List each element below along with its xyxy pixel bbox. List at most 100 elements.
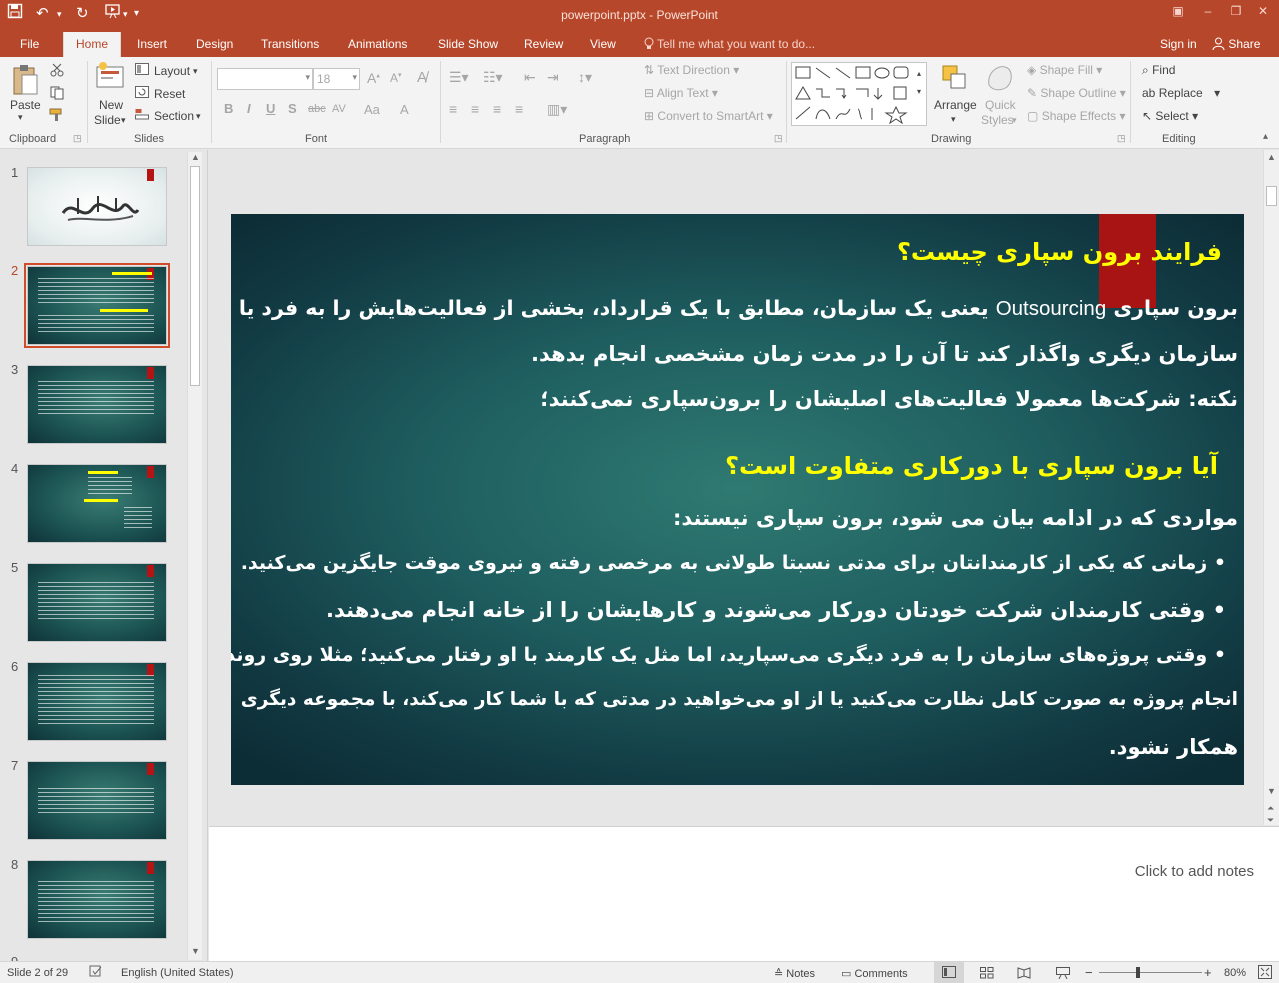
arrange-icon[interactable] <box>940 63 970 96</box>
spell-check-icon[interactable] <box>89 965 103 981</box>
section-button[interactable]: Section <box>154 109 194 123</box>
notes-pane[interactable]: Click to add notes <box>209 826 1279 961</box>
slide-show-icon[interactable] <box>1056 967 1070 982</box>
font-name-combo[interactable]: ▾ <box>217 68 313 90</box>
bullet-3-line-2[interactable]: انجام پروژه به صورت کامل نظارت می‌کنید ی… <box>241 689 1238 710</box>
font-size-dropdown-icon[interactable]: ▾ <box>352 72 357 83</box>
fit-to-window-icon[interactable] <box>1258 965 1272 982</box>
shape-fill-button[interactable]: ◈ Shape Fill ▾ <box>1027 63 1102 77</box>
font-name-dropdown-icon[interactable]: ▾ <box>305 72 310 83</box>
slide-scrollbar[interactable]: ▲ ▼ ⏶ ⏷ <box>1263 150 1279 825</box>
language-indicator[interactable]: English (United States) <box>121 967 234 979</box>
text-direction-button[interactable]: ⇅ Text Direction ▾ <box>644 63 739 77</box>
tell-me-search[interactable]: Tell me what you want to do... <box>644 37 815 51</box>
italic-button[interactable]: I <box>247 101 251 116</box>
new-slide-dropdown-icon[interactable]: ▾ <box>121 115 126 126</box>
reset-icon[interactable] <box>135 86 149 101</box>
quick-styles-label-2[interactable]: Styles <box>981 113 1014 127</box>
zoom-out-button[interactable]: − <box>1085 965 1093 980</box>
thumbnail-slide-1[interactable] <box>27 167 167 246</box>
tab-design[interactable]: Design <box>196 37 233 51</box>
restore-button[interactable]: ❐ <box>1226 4 1246 18</box>
font-size-combo[interactable]: 18 ▾ <box>313 68 360 90</box>
next-slide-icon[interactable]: ⏷ <box>1267 815 1274 826</box>
select-button[interactable]: ↖ Select ▾ <box>1142 109 1198 123</box>
new-slide-label-2[interactable]: Slide <box>94 113 121 127</box>
justify-icon[interactable]: ≡ <box>515 101 523 117</box>
tab-view[interactable]: View <box>590 37 616 51</box>
thumbnail-slide-2[interactable] <box>24 263 170 348</box>
body-line-2[interactable]: سازمان دیگری واگذار کند تا آن را در مدت … <box>531 342 1238 366</box>
replace-button[interactable]: ab Replace ▾ <box>1142 86 1220 100</box>
slide-title[interactable]: فرایند برون سپاری چیست؟ <box>897 238 1222 266</box>
bullet-2[interactable]: • وقتی کارمندان شرکت خودتان دورکار می‌شو… <box>326 598 1226 622</box>
align-center-icon[interactable]: ≡ <box>471 101 479 117</box>
normal-view-button[interactable] <box>934 962 964 983</box>
thumbnail-slide-7[interactable] <box>27 761 167 840</box>
strikethrough-button[interactable]: abc <box>308 103 326 115</box>
scroll-down-arrow-icon[interactable]: ▼ <box>1267 786 1276 796</box>
bold-button[interactable]: B <box>224 101 233 116</box>
notes-placeholder[interactable]: Click to add notes <box>1135 863 1254 880</box>
clipboard-launcher-icon[interactable]: ◳ <box>73 133 82 144</box>
quick-styles-icon[interactable] <box>985 63 1015 96</box>
format-painter-icon[interactable] <box>49 108 65 125</box>
zoom-level[interactable]: 80% <box>1224 967 1246 979</box>
decrease-indent-icon[interactable]: ⇤ <box>524 69 536 86</box>
body-line-4[interactable]: مواردی که در ادامه بیان می شود، برون سپا… <box>673 506 1238 530</box>
font-color-button[interactable]: A <box>400 102 409 117</box>
section-icon[interactable] <box>135 108 149 123</box>
align-text-button[interactable]: ⊟ Align Text ▾ <box>644 86 718 100</box>
minimize-button[interactable]: – <box>1198 4 1218 18</box>
thumbnail-slide-5[interactable] <box>27 563 167 642</box>
section-dropdown-icon[interactable]: ▾ <box>196 111 201 122</box>
comments-toggle[interactable]: ▭ Comments <box>841 967 908 980</box>
decrease-font-size-icon[interactable]: A▾ <box>390 71 402 85</box>
zoom-in-button[interactable]: + <box>1204 965 1212 980</box>
clear-formatting-icon[interactable]: A̸ <box>417 69 427 86</box>
thumbnail-slide-4[interactable] <box>27 464 167 543</box>
slide-counter[interactable]: Slide 2 of 29 <box>7 967 68 979</box>
layout-dropdown-icon[interactable]: ▾ <box>193 66 198 77</box>
close-button[interactable]: ✕ <box>1253 4 1273 18</box>
line-spacing-icon[interactable]: ↕▾ <box>578 69 592 86</box>
shape-outline-button[interactable]: ✎ Shape Outline ▾ <box>1027 86 1126 100</box>
quick-styles-label[interactable]: Quick <box>985 98 1016 112</box>
increase-indent-icon[interactable]: ⇥ <box>547 69 559 86</box>
notes-toggle[interactable]: ≙ Notes <box>774 967 815 980</box>
columns-icon[interactable]: ▥▾ <box>547 101 567 118</box>
thumbnail-slide-8[interactable] <box>27 860 167 939</box>
underline-button[interactable]: U <box>266 101 275 116</box>
tab-animations[interactable]: Animations <box>348 37 407 51</box>
shapes-scroll-up-icon[interactable]: ▴ <box>917 69 921 78</box>
reading-view-icon[interactable] <box>1017 967 1031 982</box>
tab-transitions[interactable]: Transitions <box>261 37 319 51</box>
text-shadow-button[interactable]: S <box>288 101 297 116</box>
find-button[interactable]: ⌕ Find <box>1142 63 1175 78</box>
thumbnail-scrollbar[interactable]: ▲ ▼ <box>187 152 202 960</box>
thumbnail-slide-3[interactable] <box>27 365 167 444</box>
slide-scroll-thumb[interactable] <box>1266 186 1277 206</box>
increase-font-size-icon[interactable]: A▴ <box>367 70 380 86</box>
reset-button[interactable]: Reset <box>154 87 185 101</box>
shapes-scroll-down-icon[interactable]: ▾ <box>917 87 921 96</box>
shape-effects-button[interactable]: ▢ Shape Effects ▾ <box>1027 109 1126 123</box>
bullets-icon[interactable]: ☰▾ <box>449 69 469 86</box>
convert-smartart-button[interactable]: ⊞ Convert to SmartArt ▾ <box>644 109 773 123</box>
sign-in-link[interactable]: Sign in <box>1160 37 1197 51</box>
align-right-icon[interactable]: ≡ <box>493 101 501 117</box>
new-slide-label[interactable]: New <box>99 98 123 112</box>
thumbnail-scroll-thumb[interactable] <box>190 166 200 386</box>
slide-sorter-icon[interactable] <box>980 967 994 982</box>
arrange-label[interactable]: Arrange <box>934 98 977 112</box>
new-slide-icon[interactable] <box>94 61 126 96</box>
body-line-1[interactable]: برون سپاری Outsourcing یعنی یک سازمان، م… <box>239 296 1238 321</box>
scroll-down-arrow-icon[interactable]: ▼ <box>191 946 200 956</box>
thumbnail-slide-6[interactable] <box>27 662 167 741</box>
quick-styles-dropdown-icon[interactable]: ▾ <box>1012 115 1017 126</box>
tab-insert[interactable]: Insert <box>137 37 167 51</box>
layout-button[interactable]: Layout <box>154 64 190 78</box>
collapse-ribbon-icon[interactable]: ▴ <box>1263 131 1268 142</box>
drawing-launcher-icon[interactable]: ◳ <box>1117 133 1126 144</box>
body-line-3[interactable]: نکته: شرکت‌ها معمولا فعالیت‌های اصلیشان … <box>540 387 1238 411</box>
